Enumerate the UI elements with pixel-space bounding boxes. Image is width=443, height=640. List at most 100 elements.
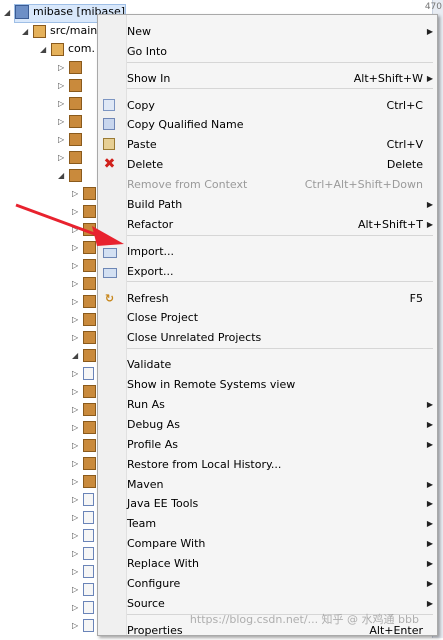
tree-child-item[interactable]: ▷ — [72, 184, 100, 202]
package-icon — [69, 114, 82, 128]
menu-item-export[interactable]: Export... — [98, 262, 437, 281]
expand-icon[interactable]: ▷ — [72, 563, 80, 581]
expand-icon[interactable]: ▷ — [72, 203, 80, 221]
tree-child-item[interactable]: ▷ — [58, 130, 86, 148]
tree-child-item[interactable]: ▷ — [72, 580, 98, 598]
tree-child-item[interactable]: ▷ — [72, 490, 98, 508]
expand-icon[interactable]: ▷ — [72, 491, 80, 509]
collapse-icon[interactable]: ◢ — [22, 23, 30, 41]
expand-icon[interactable]: ▷ — [72, 311, 80, 329]
tree-child-item[interactable]: ▷ — [72, 274, 100, 292]
expand-icon[interactable]: ▷ — [72, 419, 80, 437]
expand-icon[interactable]: ▷ — [72, 221, 80, 239]
menu-item-close-unrelated-projects[interactable]: Close Unrelated Projects — [98, 328, 437, 347]
menu-item-refactor[interactable]: Refactor Alt+Shift+T ▶ — [98, 215, 437, 234]
collapse-icon[interactable]: ◢ — [4, 4, 12, 22]
tree-child-item[interactable]: ▷ — [72, 454, 100, 472]
expand-icon[interactable]: ▷ — [72, 365, 80, 383]
expand-icon[interactable]: ▷ — [72, 239, 80, 257]
menu-item-replace-with[interactable]: Replace With ▶ — [98, 554, 437, 573]
expand-icon[interactable]: ▷ — [72, 473, 80, 491]
expand-icon[interactable]: ▷ — [72, 545, 80, 563]
expand-icon[interactable]: ▷ — [72, 383, 80, 401]
tree-child-item[interactable]: ▷ — [58, 94, 86, 112]
menu-item-restore-from-local-history[interactable]: Restore from Local History... — [98, 455, 437, 474]
expand-icon[interactable]: ▷ — [72, 455, 80, 473]
expand-icon[interactable]: ▷ — [72, 437, 80, 455]
expand-icon[interactable]: ▷ — [72, 185, 80, 203]
expand-icon[interactable]: ▷ — [58, 131, 66, 149]
tree-child-item[interactable]: ▷ — [72, 544, 98, 562]
menu-item-show-in[interactable]: Show In Alt+Shift+W ▶ — [98, 69, 437, 88]
expand-icon[interactable]: ▷ — [58, 95, 66, 113]
watermark: https://blog.csdn.net/... 知乎 @ 水鸡通 bbb — [189, 613, 419, 626]
tree-child-item[interactable]: ▷ — [58, 112, 86, 130]
menu-item-compare-with[interactable]: Compare With ▶ — [98, 534, 437, 553]
tree-child-item[interactable]: ▷ — [72, 616, 98, 634]
tree-child-item[interactable]: ▷ — [72, 310, 100, 328]
expand-icon[interactable]: ▷ — [72, 257, 80, 275]
menu-item-run-as[interactable]: Run As ▶ — [98, 395, 437, 414]
expand-icon[interactable]: ▷ — [72, 617, 80, 635]
tree-child-item[interactable]: ▷ — [72, 364, 98, 382]
collapse-icon[interactable]: ◢ — [58, 167, 66, 185]
tree-child-item[interactable]: ▷ — [72, 598, 98, 616]
tree-child-item[interactable]: ▷ — [58, 76, 86, 94]
expand-icon[interactable]: ▷ — [58, 59, 66, 77]
expand-icon[interactable]: ▷ — [58, 149, 66, 167]
tree-child-item[interactable]: ◢ — [72, 346, 100, 364]
tree-child-item[interactable]: ▷ — [72, 508, 98, 526]
menu-item-maven[interactable]: Maven ▶ — [98, 475, 437, 494]
menu-item-copy[interactable]: Copy Ctrl+C — [98, 96, 437, 115]
expand-icon[interactable]: ▷ — [72, 527, 80, 545]
tree-child-item[interactable]: ▷ — [72, 526, 98, 544]
collapse-icon[interactable]: ◢ — [40, 41, 48, 59]
expand-icon[interactable]: ▷ — [58, 113, 66, 131]
submenu-arrow-icon: ▶ — [426, 559, 433, 568]
menu-item-profile-as[interactable]: Profile As ▶ — [98, 435, 437, 454]
menu-item-configure[interactable]: Configure ▶ — [98, 574, 437, 593]
menu-item-paste[interactable]: Paste Ctrl+V — [98, 135, 437, 154]
expand-icon[interactable]: ▷ — [72, 509, 80, 527]
tree-child-item[interactable]: ▷ — [72, 418, 100, 436]
expand-icon[interactable]: ▷ — [72, 329, 80, 347]
tree-child-item[interactable]: ▷ — [72, 436, 100, 454]
menu-item-show-in-remote-systems-view[interactable]: Show in Remote Systems view — [98, 375, 437, 394]
menu-item-new[interactable]: New ▶ — [98, 22, 437, 41]
tree-child-item[interactable]: ▷ — [72, 292, 100, 310]
tree-child-item[interactable]: ◢ — [58, 166, 86, 184]
menu-item-delete[interactable]: ✖ Delete Delete — [98, 155, 437, 174]
tree-child-item[interactable]: ▷ — [72, 238, 100, 256]
menu-item-go-into[interactable]: Go Into — [98, 42, 437, 61]
tree-child-item[interactable]: ▷ — [72, 562, 98, 580]
context-menu: New ▶ Go Into Show In Alt+Shift+W ▶ Copy Ctrl+C… — [97, 14, 438, 637]
tree-package-item[interactable]: ◢ com. — [40, 40, 95, 58]
expand-icon[interactable]: ▷ — [72, 599, 80, 617]
tree-child-item[interactable]: ▷ — [72, 256, 100, 274]
tree-child-item[interactable]: ▷ — [72, 382, 100, 400]
expand-icon[interactable]: ▷ — [58, 77, 66, 95]
tree-child-item[interactable]: ▷ — [72, 202, 100, 220]
menu-item-refresh[interactable]: ↻ Refresh F5 — [98, 289, 437, 308]
expand-icon[interactable]: ▷ — [72, 581, 80, 599]
expand-icon[interactable]: ▷ — [72, 275, 80, 293]
tree-src-item[interactable]: ◢ src/main — [22, 22, 97, 40]
tree-child-item[interactable]: ▷ — [72, 328, 100, 346]
collapse-icon[interactable]: ◢ — [72, 347, 80, 365]
tree-child-item[interactable]: ▷ — [72, 472, 100, 490]
menu-item-validate[interactable]: Validate — [98, 355, 437, 374]
expand-icon[interactable]: ▷ — [72, 401, 80, 419]
expand-icon[interactable]: ▷ — [72, 293, 80, 311]
menu-item-import[interactable]: Import... — [98, 242, 437, 261]
menu-item-copy-qualified-name[interactable]: Copy Qualified Name — [98, 115, 437, 134]
menu-item-label: Profile As — [127, 438, 178, 451]
menu-item-java-ee-tools[interactable]: Java EE Tools ▶ — [98, 494, 437, 513]
tree-child-item[interactable]: ▷ — [58, 148, 86, 166]
menu-item-debug-as[interactable]: Debug As ▶ — [98, 415, 437, 434]
menu-item-close-project[interactable]: Close Project — [98, 308, 437, 327]
tree-child-item[interactable]: ▷ — [72, 400, 100, 418]
menu-item-team[interactable]: Team ▶ — [98, 514, 437, 533]
tree-child-item[interactable]: ▷ — [72, 220, 100, 238]
tree-child-item[interactable]: ▷ — [58, 58, 86, 76]
menu-item-build-path[interactable]: Build Path ▶ — [98, 195, 437, 214]
